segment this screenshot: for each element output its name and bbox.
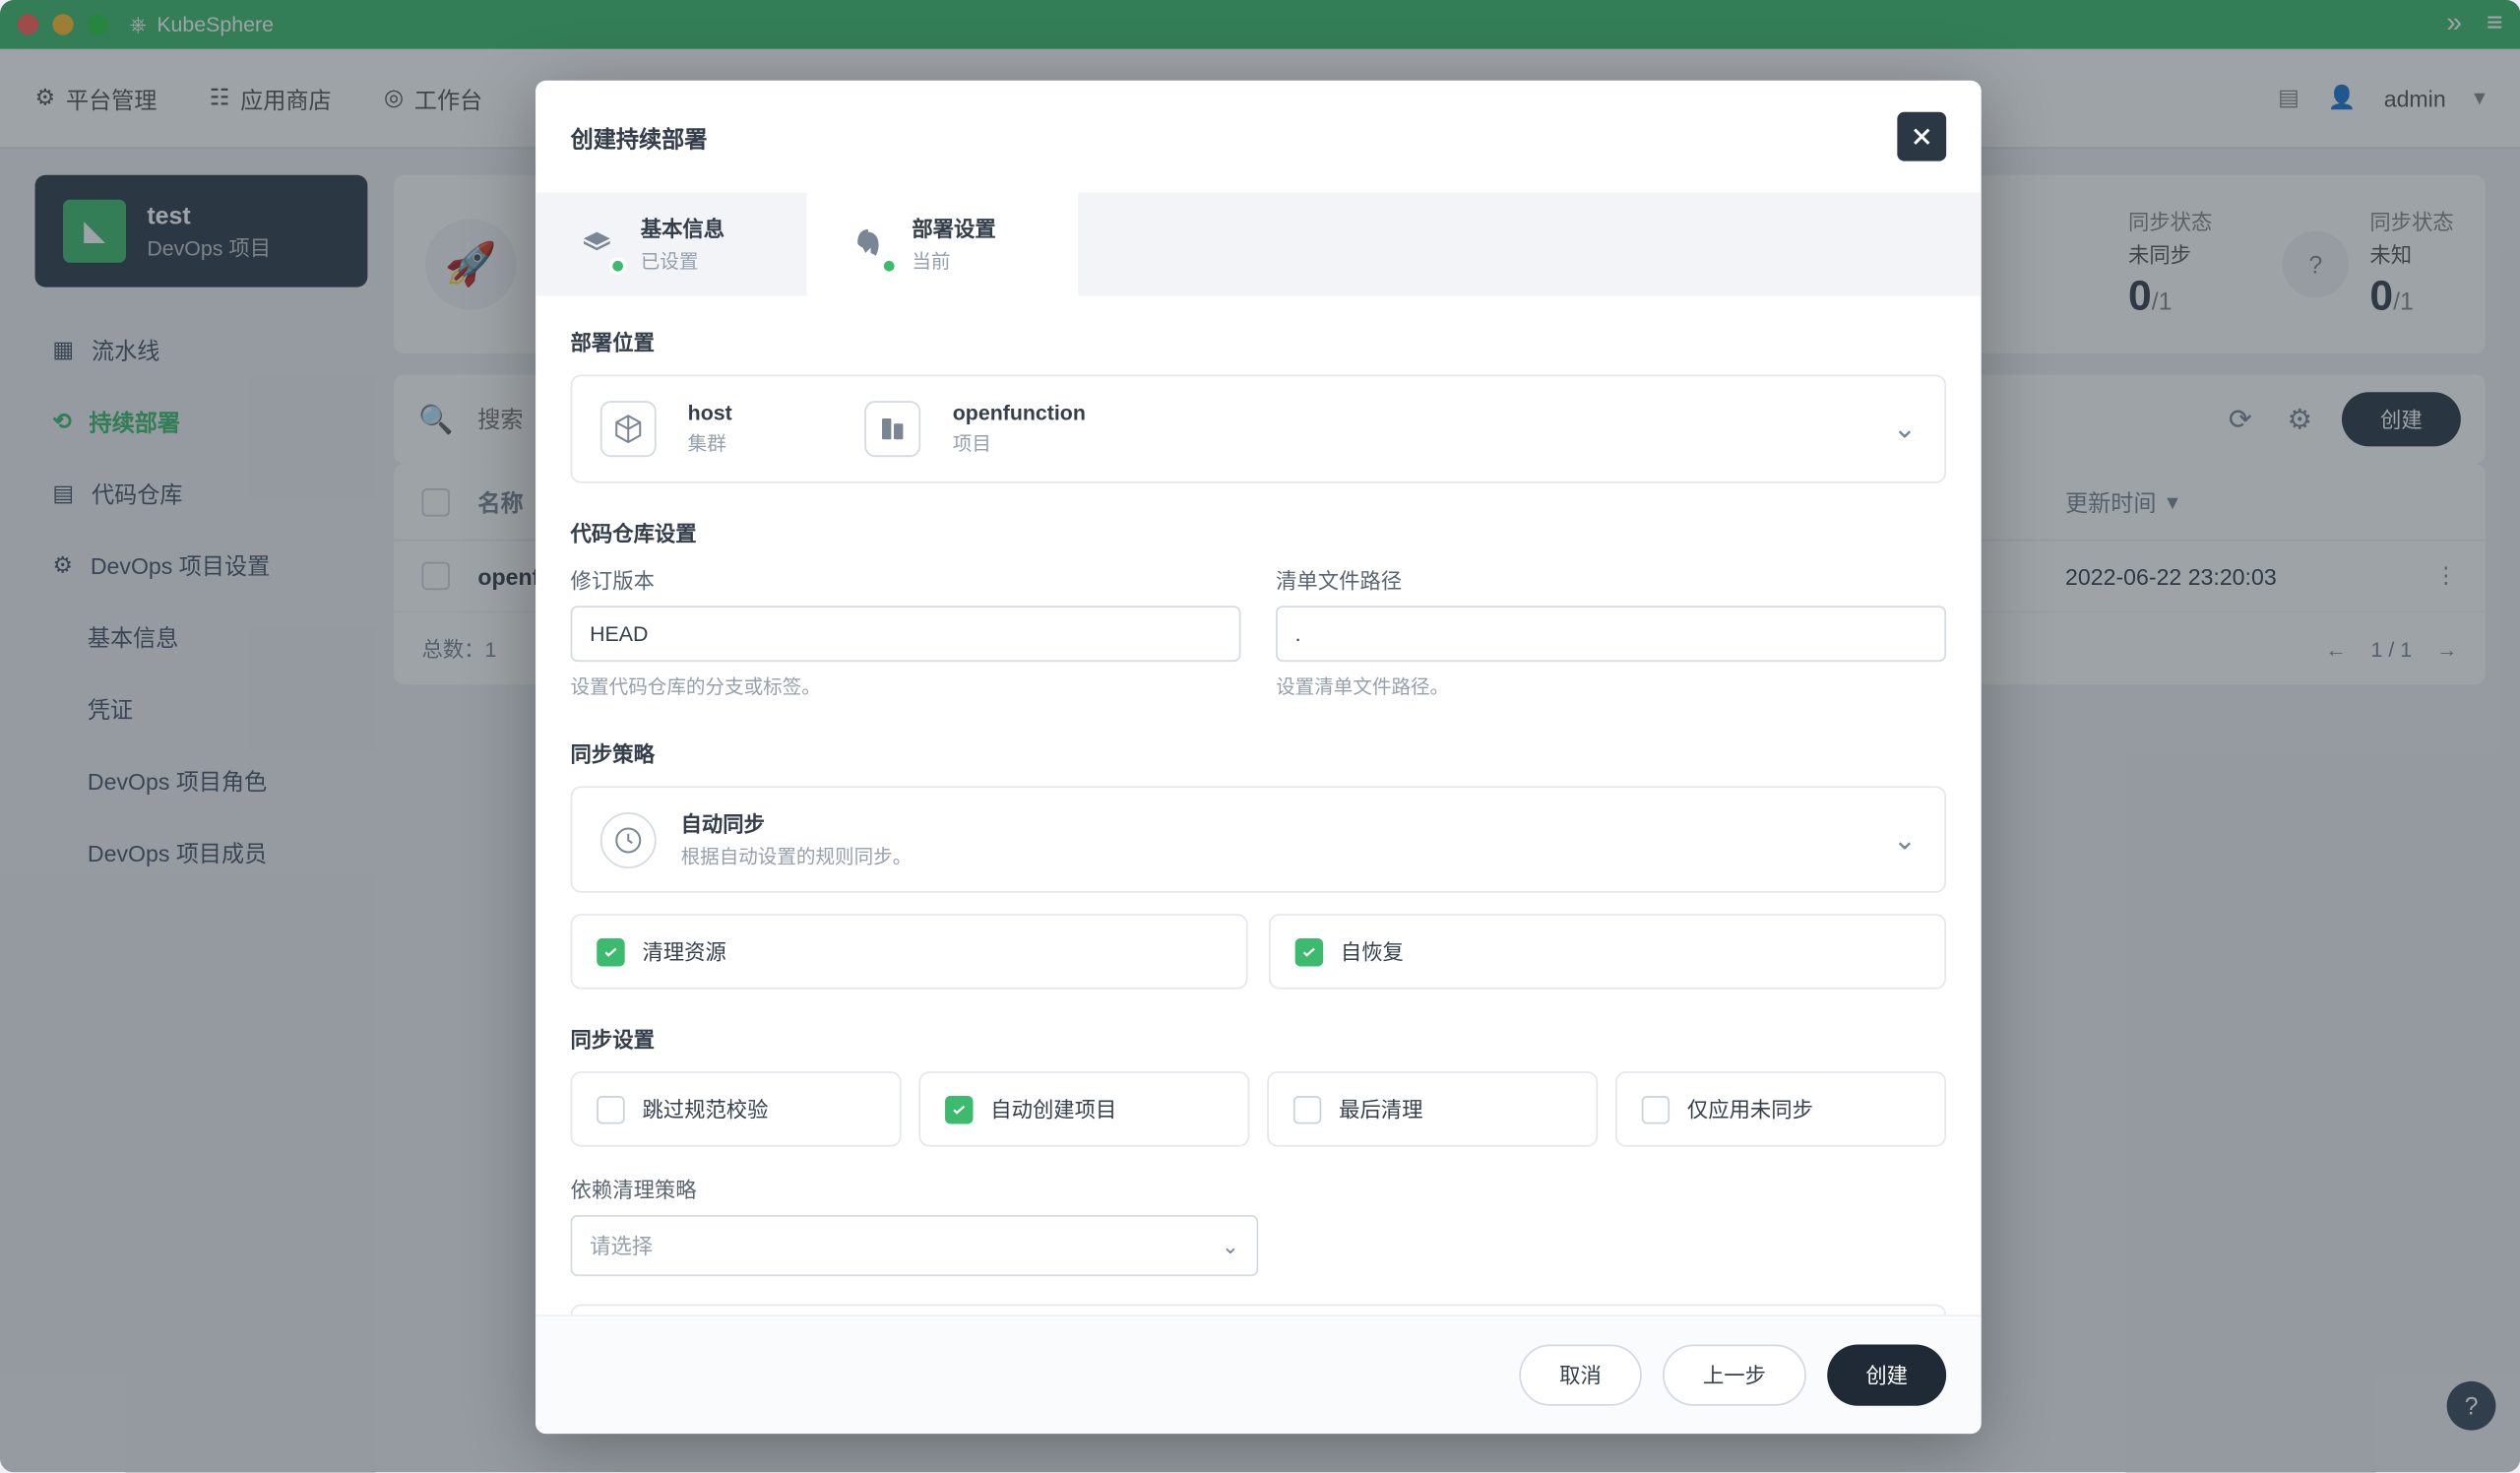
create-button[interactable]: 创建	[1827, 1345, 1946, 1406]
revision-label: 修订版本	[571, 565, 1241, 595]
rocket-icon	[842, 218, 894, 270]
cluster-project-selector[interactable]: host 集群 openfunction 项目 ⌄	[571, 374, 1947, 482]
chevron-down-icon: ⌄	[1893, 822, 1917, 858]
replace-resource-card[interactable]: 替换资源 替换已存在的资源。	[571, 1305, 1947, 1315]
close-button[interactable]	[1897, 112, 1946, 161]
section-repo-settings: 代码仓库设置	[571, 518, 1947, 547]
revision-input[interactable]	[571, 606, 1241, 662]
chevron-down-icon: ⌄	[1222, 1234, 1239, 1258]
section-sync-settings: 同步设置	[571, 1024, 1947, 1054]
prune-last-checkbox[interactable]: 最后清理	[1267, 1071, 1598, 1146]
clock-icon	[600, 811, 657, 867]
manifest-label: 清单文件路径	[1276, 565, 1946, 595]
tab-deploy-settings[interactable]: 部署设置 当前	[807, 193, 1079, 296]
checkbox-empty-icon	[597, 1095, 624, 1122]
tab-basic-info[interactable]: 基本信息 已设置	[536, 193, 807, 296]
cube-icon	[600, 401, 657, 457]
prune-policy-select[interactable]: 请选择 ⌄	[571, 1215, 1259, 1276]
layers-icon	[571, 218, 623, 270]
prev-button[interactable]: 上一步	[1663, 1345, 1806, 1406]
prune-checkbox[interactable]: 清理资源	[571, 914, 1248, 989]
checkbox-empty-icon	[1293, 1095, 1321, 1122]
apply-out-of-sync-checkbox[interactable]: 仅应用未同步	[1615, 1071, 1946, 1146]
auto-create-ns-checkbox[interactable]: 自动创建项目	[918, 1071, 1249, 1146]
project-icon	[865, 401, 921, 457]
revision-hint: 设置代码仓库的分支或标签。	[571, 672, 1241, 700]
check-icon	[945, 1095, 973, 1122]
chevron-down-icon: ⌄	[1893, 412, 1917, 447]
skip-schema-checkbox[interactable]: 跳过规范校验	[571, 1071, 902, 1146]
create-cd-modal: 创建持续部署 基本信息 已设置	[536, 81, 1982, 1434]
check-icon	[597, 937, 624, 965]
checkbox-empty-icon	[1642, 1095, 1670, 1122]
modal-title: 创建持续部署	[571, 120, 708, 154]
manifest-hint: 设置清单文件路径。	[1276, 672, 1946, 700]
selfheal-checkbox[interactable]: 自恢复	[1269, 914, 1946, 989]
prune-policy-label: 依赖清理策略	[571, 1175, 1947, 1204]
section-deploy-location: 部署位置	[571, 327, 1947, 356]
sync-policy-selector[interactable]: 自动同步 根据自动设置的规则同步。 ⌄	[571, 786, 1947, 892]
section-sync-policy: 同步策略	[571, 738, 1947, 768]
manifest-input[interactable]	[1276, 606, 1946, 662]
check-icon	[1295, 937, 1323, 965]
cancel-button[interactable]: 取消	[1519, 1345, 1641, 1406]
